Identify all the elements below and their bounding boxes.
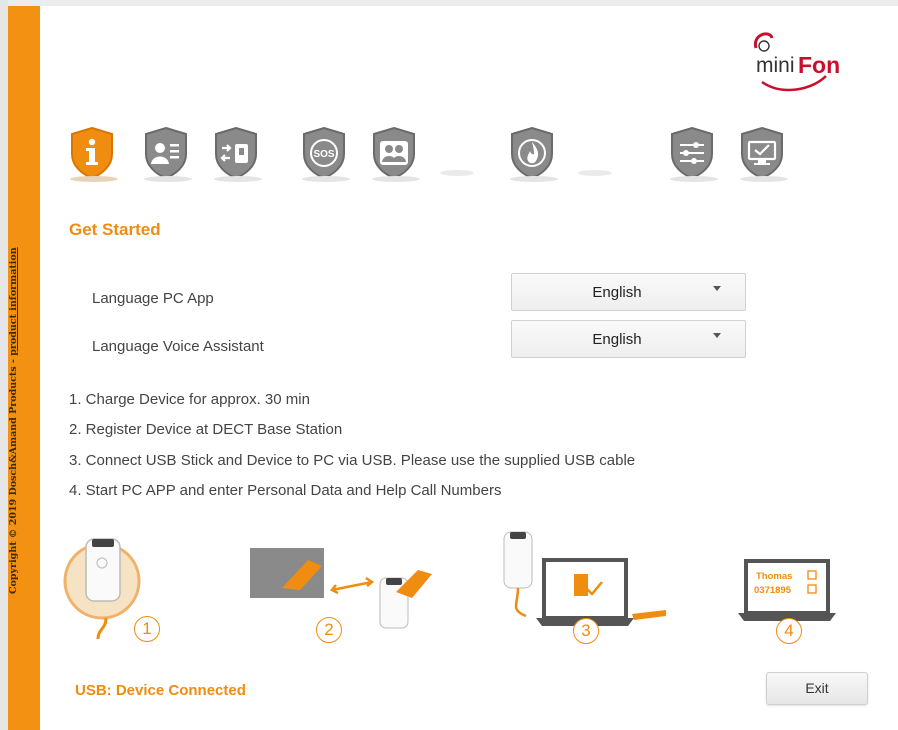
svg-text:SOS: SOS [313, 149, 334, 160]
nav-device-transfer-shadow [214, 176, 262, 182]
language-pc-app-value: English [592, 284, 642, 301]
fire-icon [511, 126, 553, 180]
register-illustration [248, 540, 448, 645]
info-icon [71, 126, 113, 180]
nav-settings-shadow [670, 176, 718, 182]
nav-blank-shadow [440, 170, 474, 176]
nav-monitor-shadow [740, 176, 788, 182]
illustration-number-2: 2 [316, 617, 342, 643]
card-number: 0371895 [754, 585, 792, 596]
copyright-text: Copyright © 2019 Dosch&Amand Products - … [8, 247, 19, 594]
illustration-number-3: 3 [573, 618, 599, 644]
contact-card-icon [145, 126, 187, 180]
step-3: 3. Connect USB Stick and Device to PC vi… [69, 452, 636, 469]
nav-info-shadow [70, 176, 118, 182]
nav-sos-shadow [302, 176, 350, 182]
nav-contact-card[interactable] [138, 124, 194, 182]
illustration-number-1: 1 [134, 616, 160, 642]
monitor-check-icon [741, 126, 783, 180]
nav-contacts-shadow [372, 176, 420, 182]
sos-icon: SOS [303, 126, 345, 180]
language-voice-value: English [592, 331, 642, 348]
chevron-down-icon [713, 286, 721, 291]
nav-settings[interactable] [664, 124, 720, 182]
logo-mini-text: mini [756, 54, 795, 77]
card-name: Thomas [756, 571, 792, 582]
chevron-down-icon [713, 333, 721, 338]
contacts-icon [373, 126, 415, 180]
nav-contacts[interactable] [366, 124, 422, 182]
product-information-link[interactable]: product information [8, 247, 19, 355]
minifon-logo: mini Fon [742, 26, 852, 96]
logo-fon-text: Fon [798, 52, 841, 78]
step-2: 2. Register Device at DECT Base Station [69, 421, 343, 438]
nav-blank-shadow [578, 170, 612, 176]
language-voice-select[interactable]: English [511, 320, 746, 358]
language-pc-app-label: Language PC App [92, 290, 214, 307]
nav-device-transfer[interactable] [208, 124, 264, 182]
nav-monitor[interactable] [734, 124, 790, 182]
section-nav: SOS [60, 118, 820, 188]
language-voice-label: Language Voice Assistant [92, 338, 264, 355]
window-top-edge [0, 0, 898, 6]
step-1: 1. Charge Device for approx. 30 min [69, 391, 310, 408]
step-4: 4. Start PC APP and enter Personal Data … [69, 482, 502, 499]
app-window: Copyright © 2019 Dosch&Amand Products - … [0, 0, 898, 730]
settings-sliders-icon [671, 126, 713, 180]
nav-fire[interactable] [504, 124, 560, 182]
illustration-number-4: 4 [776, 618, 802, 644]
dect-register-icon [250, 548, 432, 629]
window-left-edge [0, 0, 8, 730]
language-pc-app-select[interactable]: English [511, 273, 746, 311]
laptop-usb-icon [503, 531, 666, 626]
nav-fire-shadow [510, 176, 558, 182]
usb-status: USB: Device Connected [75, 682, 246, 699]
nav-sos[interactable]: SOS [296, 124, 352, 182]
nav-contact-card-shadow [144, 176, 192, 182]
page-title: Get Started [69, 220, 161, 239]
device-transfer-icon [215, 126, 257, 180]
copyright-label: Copyright © 2019 Dosch&Amand Products - [8, 355, 19, 594]
nav-info[interactable] [64, 124, 120, 182]
exit-button[interactable]: Exit [766, 672, 868, 705]
